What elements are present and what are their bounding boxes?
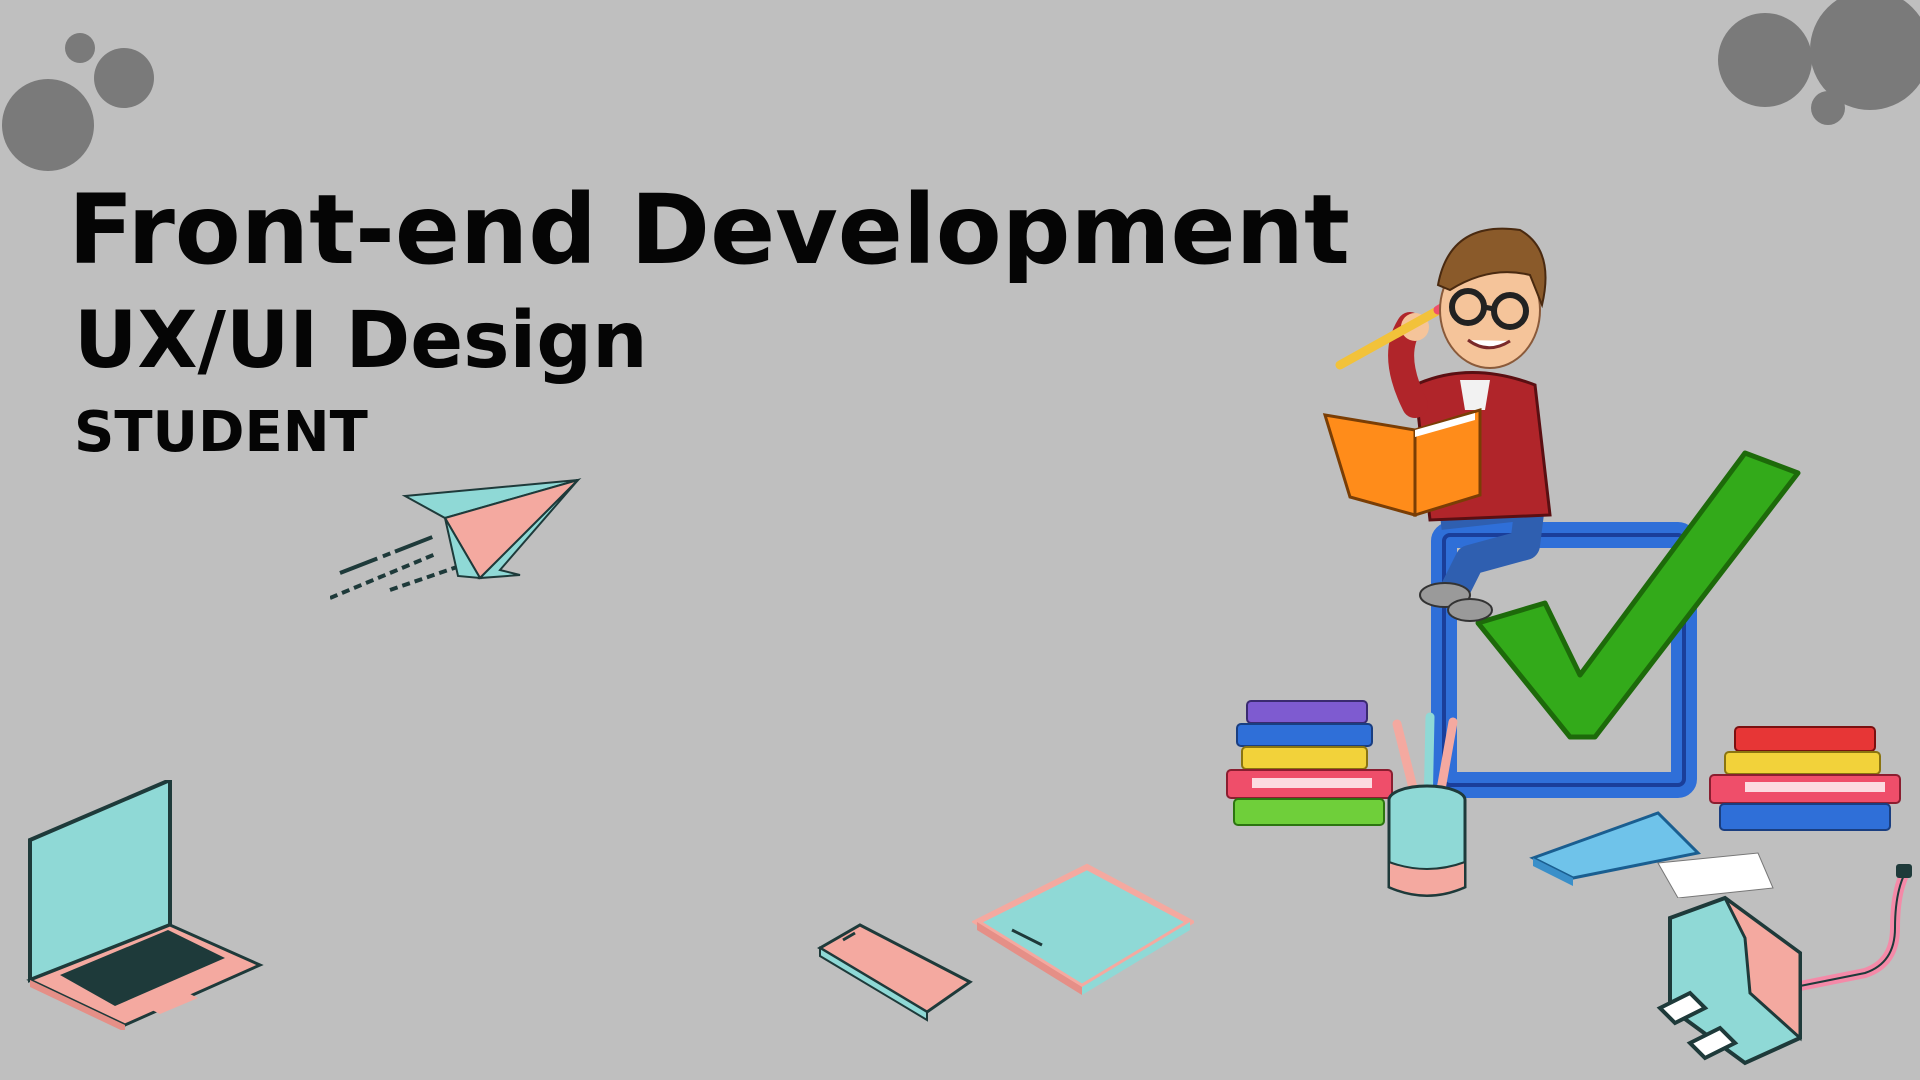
role-label: STUDENT — [74, 400, 368, 465]
power-plug-icon — [1656, 864, 1912, 1066]
pencil-cup-icon — [1387, 712, 1467, 897]
laptop-icon — [26, 780, 264, 1030]
student-avatar-illustration — [1322, 227, 1552, 622]
bubbles-top-right-icon — [1718, 0, 1920, 125]
page-subtitle: UX/UI Design — [74, 296, 648, 386]
paper-plane-icon — [330, 478, 582, 600]
bubbles-top-left-icon — [2, 33, 154, 171]
page-title: Front-end Development — [68, 174, 1350, 286]
tablet-icon — [972, 863, 1194, 995]
phone-icon — [817, 923, 973, 1022]
